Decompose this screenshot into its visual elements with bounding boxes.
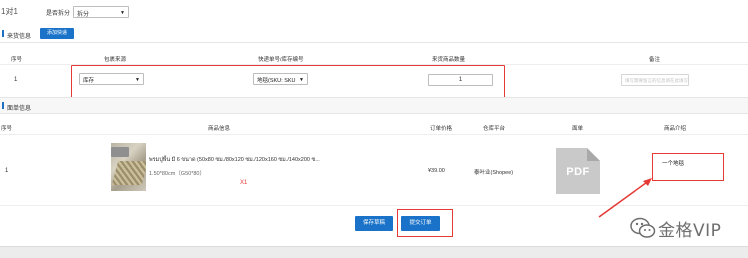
col-package-source: 包裹来源: [104, 57, 127, 63]
product-quantity: X1: [240, 180, 248, 186]
watermark-text: 金格VIP: [658, 221, 722, 241]
divider: [0, 42, 748, 43]
col-index: 序号: [11, 57, 23, 63]
product-name: พรมปูพื้น มี 6 ขนาด (50x80 ซม./80x120 ซม…: [149, 157, 320, 163]
col-label: 面单: [572, 126, 584, 132]
sofa-shape: [111, 147, 129, 157]
col-remark: 备注: [649, 57, 661, 63]
wechat-icon: [630, 217, 656, 238]
product-image[interactable]: [111, 143, 146, 191]
section-marker: [2, 30, 4, 37]
submit-order-button[interactable]: 提交订单: [401, 216, 440, 231]
save-draft-button[interactable]: 保存草稿: [355, 216, 393, 231]
col-order-price: 订单价格: [430, 126, 453, 132]
section-header-bar: [0, 97, 748, 114]
express-section-title: 来货信息: [7, 34, 32, 40]
tracking-number-value: 地毯(SKU: SKU: [257, 78, 296, 84]
col-product-info: 商品信息: [208, 126, 231, 132]
chevron-down-icon: ▼: [299, 77, 304, 83]
product-intro-field[interactable]: 一个地毯: [652, 153, 724, 181]
product-section-title: 面单信息: [7, 106, 32, 112]
watermark: 金格VIP: [628, 214, 743, 242]
col-warehouse-platform: 仓库平台: [483, 126, 506, 132]
order-form-page: 1对1 是否拆分 拆分 ▼ 来货信息 添加快递 序号 包裹来源 快递单号/库存编…: [0, 0, 748, 246]
package-source-select[interactable]: 库存 ▼: [79, 73, 144, 85]
section-marker: [2, 102, 4, 109]
footer-strip: [0, 246, 748, 258]
add-express-button[interactable]: 添加快递: [40, 28, 74, 39]
tracking-number-select[interactable]: 地毯(SKU: SKU ▼: [253, 73, 308, 85]
divider: [0, 134, 748, 135]
quantity-input[interactable]: 1: [428, 74, 493, 86]
split-select[interactable]: 拆分 ▼: [73, 6, 129, 18]
remark-input[interactable]: 填写需要留言的信息请在此填写: [621, 74, 689, 86]
order-price: ¥39.00: [428, 168, 445, 174]
pdf-fold: [587, 148, 600, 161]
col-index: 序号: [1, 126, 13, 132]
chevron-down-icon: ▼: [120, 10, 125, 16]
package-source-value: 库存: [83, 78, 95, 84]
col-incoming-quantity: 来货商品数量: [432, 57, 466, 63]
warehouse-platform: 泰叶业(Shopee): [474, 170, 514, 176]
col-product-intro: 商品介绍: [664, 126, 687, 132]
split-select-value: 拆分: [77, 12, 90, 18]
row-index: 1: [5, 168, 9, 174]
rug-shape: [111, 161, 146, 185]
row-index: 1: [14, 77, 18, 83]
page-title: 1对1: [1, 7, 18, 16]
col-tracking-number: 快递单号/库存编号: [258, 57, 304, 63]
product-spec: 1.50*80cm（G50*80）: [149, 171, 205, 177]
chevron-down-icon: ▼: [135, 77, 140, 83]
split-label: 是否拆分: [46, 11, 71, 17]
